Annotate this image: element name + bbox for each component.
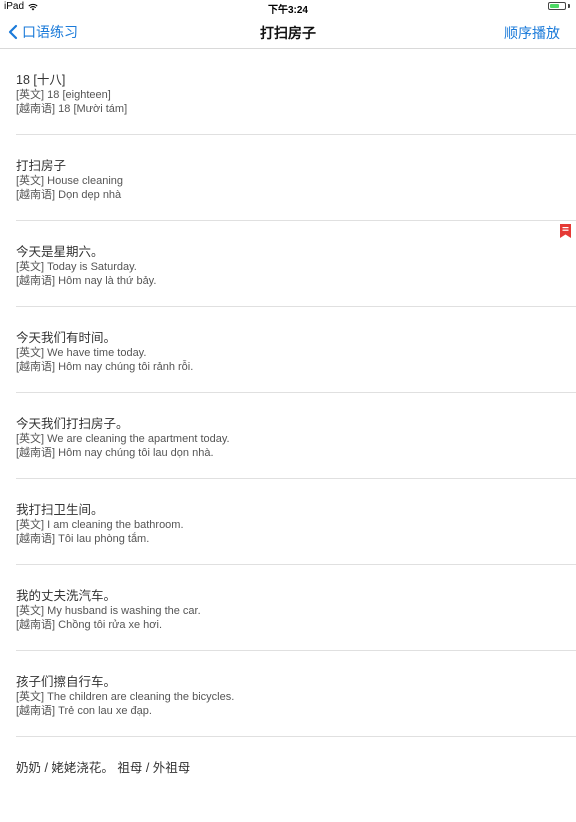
- phrase-vietnamese: [越南语] Hôm nay chúng tôi rảnh rỗi.: [16, 361, 194, 373]
- status-bar: iPad 下午3:24: [0, 0, 576, 16]
- chevron-left-icon: [8, 24, 18, 40]
- phrase-vietnamese: [越南语] Dọn dẹp nhà: [16, 189, 122, 201]
- phrase-list: 18 [十八] [英文] 18 [eighteen] [越南语] 18 [Mườ…: [0, 49, 576, 822]
- list-item[interactable]: 打扫房子 [英文] House cleaning [越南语] Dọn dẹp n…: [16, 135, 576, 221]
- phrase-chinese: 奶奶 / 姥姥浇花。 祖母 / 外祖母: [16, 761, 191, 775]
- list-item[interactable]: 我的丈夫洗汽车。 [英文] My husband is washing the …: [16, 565, 576, 651]
- phrase-vietnamese: [越南语] Trẻ con lau xe đạp.: [16, 705, 152, 717]
- navigation-bar: 口语练习 打扫房子 顺序播放: [0, 14, 576, 49]
- back-button[interactable]: 口语练习: [8, 22, 78, 42]
- phrase-vietnamese: [越南语] Hôm nay chúng tôi lau dọn nhà.: [16, 447, 214, 459]
- sequential-play-button[interactable]: 顺序播放: [504, 23, 560, 43]
- status-right: [548, 2, 570, 10]
- back-label: 口语练习: [22, 24, 78, 40]
- phrase-vietnamese: [越南语] Hôm nay là thứ bảy.: [16, 275, 157, 287]
- list-item[interactable]: 今天我们打扫房子。 [英文] We are cleaning the apart…: [16, 393, 576, 479]
- list-item[interactable]: 孩子们擦自行车。 [英文] The children are cleaning …: [16, 651, 576, 737]
- list-item[interactable]: 奶奶 / 姥姥浇花。 祖母 / 外祖母: [16, 737, 576, 822]
- battery-icon: [548, 2, 566, 10]
- list-item[interactable]: 我打扫卫生间。 [英文] I am cleaning the bathroom.…: [16, 479, 576, 565]
- list-item[interactable]: 18 [十八] [英文] 18 [eighteen] [越南语] 18 [Mườ…: [16, 49, 576, 135]
- phrase-vietnamese: [越南语] Tôi lau phòng tắm.: [16, 533, 150, 545]
- list-item[interactable]: 今天是星期六。 [英文] Today is Saturday. [越南语] Hô…: [16, 221, 576, 307]
- phrase-vietnamese: [越南语] Chồng tôi rửa xe hơi.: [16, 619, 163, 631]
- list-item[interactable]: 今天我们有时间。 [英文] We have time today. [越南语] …: [16, 307, 576, 393]
- bookmark-icon[interactable]: [560, 224, 571, 238]
- battery-tip: [568, 4, 570, 8]
- page-title: 打扫房子: [260, 25, 316, 41]
- phrase-vietnamese: [越南语] 18 [Mười tám]: [16, 103, 128, 115]
- battery-level: [550, 4, 559, 8]
